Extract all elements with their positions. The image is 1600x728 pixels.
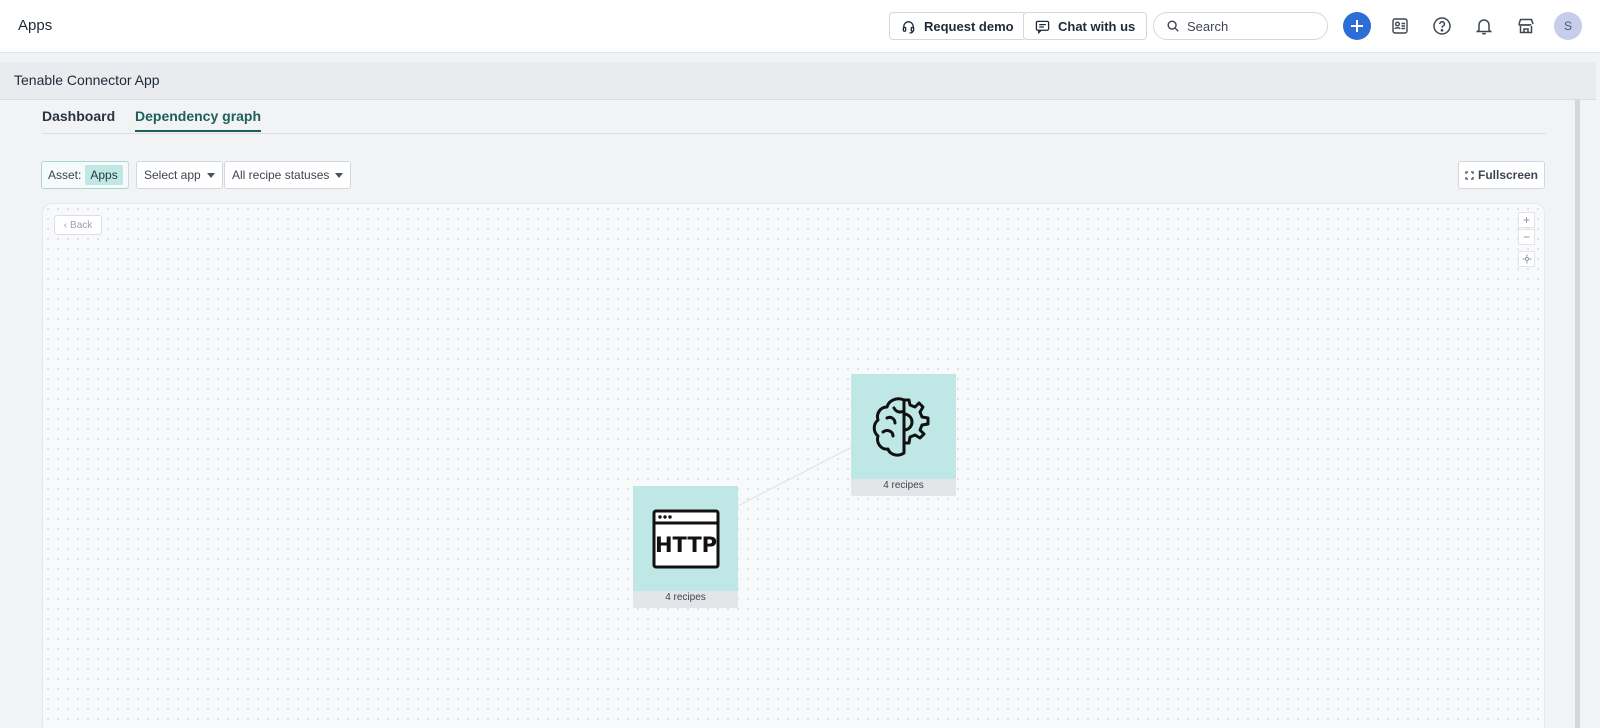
fullscreen-icon xyxy=(1465,170,1474,180)
filter-divider xyxy=(128,162,129,188)
request-demo-label: Request demo xyxy=(924,18,1014,34)
app-subheader: Tenable Connector App xyxy=(0,62,1596,100)
brain-gear-icon xyxy=(872,396,929,457)
http-browser-icon: HTTP xyxy=(652,509,719,568)
chevron-down-icon xyxy=(335,172,344,178)
plus-icon xyxy=(1351,20,1363,32)
contact-card-icon xyxy=(1392,18,1408,34)
select-app-label: Select app xyxy=(144,168,201,182)
fullscreen-label: Fullscreen xyxy=(1477,168,1539,182)
user-avatar[interactable]: S xyxy=(1554,12,1582,40)
select-app-dropdown[interactable]: Select app xyxy=(136,161,223,189)
search-input[interactable]: Search xyxy=(1153,12,1328,40)
node-recipe-count: 4 recipes xyxy=(883,480,924,491)
node-recipe-count: 4 recipes xyxy=(665,592,706,603)
create-button[interactable] xyxy=(1343,12,1371,40)
help-button[interactable] xyxy=(1428,12,1456,40)
tab-dependency-graph[interactable]: Dependency graph xyxy=(135,108,262,132)
app-title: Apps xyxy=(18,17,53,34)
help-icon xyxy=(1433,17,1451,35)
fullscreen-button[interactable]: Fullscreen xyxy=(1458,161,1545,189)
asset-filter[interactable]: Asset: Apps xyxy=(41,161,129,189)
chevron-down-icon xyxy=(206,172,215,178)
chat-with-us-label: Chat with us xyxy=(1058,18,1136,34)
graph-node-ai[interactable]: 4 recipes xyxy=(851,374,956,496)
http-label: HTTP xyxy=(654,533,716,557)
node-icon-tile: HTTP xyxy=(633,486,738,591)
chat-with-us-button[interactable]: Chat with us xyxy=(1023,12,1148,40)
recipe-status-label: All recipe statuses xyxy=(232,168,330,182)
bell-icon xyxy=(1475,19,1493,35)
store-icon xyxy=(1518,18,1534,34)
top-bar: Apps Request demo Chat with us Search S xyxy=(0,0,1600,53)
dependency-graph-canvas[interactable]: ‹ Back + − 4 recipes HTTP 4 recipes xyxy=(42,203,1545,728)
chat-icon xyxy=(1035,20,1050,34)
asset-filter-value: Apps xyxy=(85,165,123,185)
graph-edge xyxy=(731,446,853,510)
marketplace-button[interactable] xyxy=(1512,12,1540,40)
search-icon xyxy=(1167,20,1179,32)
search-placeholder: Search xyxy=(1187,18,1229,34)
tab-dashboard[interactable]: Dashboard xyxy=(42,108,115,130)
asset-filter-label: Asset: xyxy=(48,168,82,182)
node-icon-tile xyxy=(851,374,956,479)
contacts-button[interactable] xyxy=(1386,12,1414,40)
recipe-status-dropdown[interactable]: All recipe statuses xyxy=(224,161,352,189)
scrollbar[interactable] xyxy=(1575,100,1580,728)
graph-node-http[interactable]: HTTP 4 recipes xyxy=(633,486,738,608)
request-demo-button[interactable]: Request demo xyxy=(889,12,1026,40)
tab-bar: Dashboard Dependency graph xyxy=(42,100,1546,134)
notifications-button[interactable] xyxy=(1470,12,1498,40)
headset-icon xyxy=(902,20,915,34)
connector-title: Tenable Connector App xyxy=(14,72,160,88)
